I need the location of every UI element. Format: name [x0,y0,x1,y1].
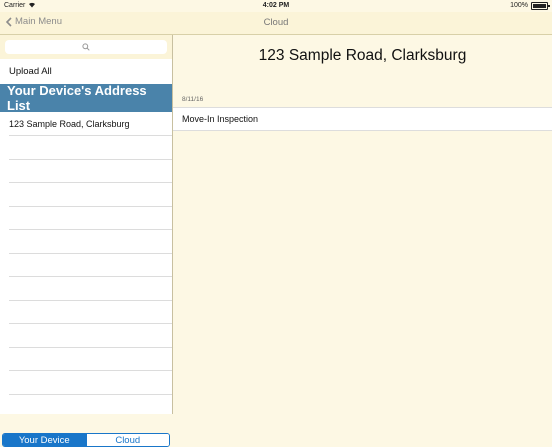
inspection-row[interactable]: Move-In Inspection [173,107,552,131]
clock: 4:02 PM [262,2,290,9]
battery-percentage: 100% [510,2,528,9]
date-label: 8/11/16 [182,96,204,103]
empty-row [9,183,172,207]
empty-row [9,348,172,371]
empty-row [9,207,172,230]
nav-title: Cloud [263,17,289,28]
address-label: 123 Sample Road, Clarksburg [9,118,130,129]
status-bar: Carrier 4:02 PM 100% [0,0,552,12]
page-title: 123 Sample Road, Clarksburg [258,47,467,64]
empty-row [9,254,172,277]
empty-row [9,136,172,160]
battery-icon [531,2,550,10]
address-list: 123 Sample Road, Clarksburg [0,112,172,395]
address-list-header: Your Device's Address List [0,83,172,113]
segment-cloud[interactable]: Cloud [85,434,169,446]
empty-row [9,371,172,395]
source-segmented-control: Your Device Cloud [2,433,170,447]
empty-row [9,230,172,254]
empty-row [9,324,172,348]
empty-row [9,301,172,324]
address-list-item[interactable]: 123 Sample Road, Clarksburg [9,112,172,136]
navigation-bar: Main Menu Cloud [0,12,552,35]
upload-all-button[interactable]: Upload All [9,66,52,77]
search-input[interactable] [5,40,167,54]
search-bar [0,35,172,59]
sidebar: Upload All Your Device's Address List 12… [0,35,173,447]
search-icon [82,43,90,51]
empty-row [9,160,172,183]
inspection-label: Move-In Inspection [182,114,259,124]
segment-your-device[interactable]: Your Device [3,434,86,446]
detail-pane: 123 Sample Road, Clarksburg 8/11/16 Move… [173,35,552,414]
empty-row [9,277,172,301]
